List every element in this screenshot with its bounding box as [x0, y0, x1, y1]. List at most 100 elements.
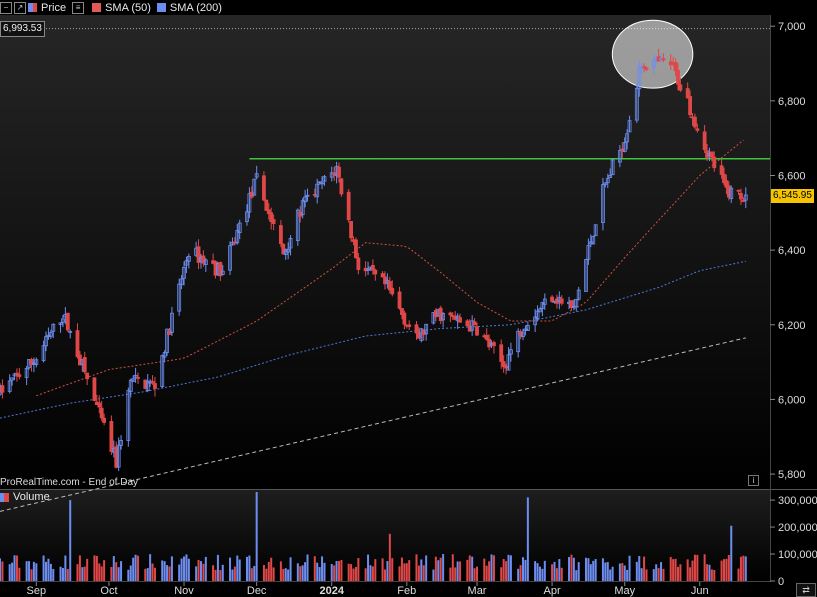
scroll-arrows-icon[interactable]: ⇄: [796, 583, 816, 597]
volume-bar: [388, 533, 391, 581]
candle-body: [693, 116, 697, 128]
volume-bar: [204, 556, 207, 581]
volume-bar: [163, 561, 166, 581]
x-tick-label: 2024: [319, 585, 344, 597]
volume-bar: [517, 568, 520, 581]
price-swatch-icon: [28, 3, 37, 12]
volume-bar: [623, 565, 626, 581]
volume-bar: [49, 563, 52, 581]
volume-bar: [742, 555, 745, 581]
chart-type-icon[interactable]: ↗: [14, 1, 26, 14]
volume-bar: [221, 564, 224, 581]
x-tick-label: Dec: [247, 585, 267, 597]
volume-bar: [408, 560, 411, 581]
candle-body: [278, 225, 283, 245]
volume-bar: [645, 569, 648, 581]
volume-legend[interactable]: Volume: [0, 491, 50, 503]
volume-bar: [609, 569, 612, 581]
legend-sma200-label: SMA (200): [169, 1, 222, 14]
candle-body: [82, 357, 87, 373]
candle-body: [102, 417, 107, 423]
volume-bar: [83, 566, 86, 581]
volume-bar: [238, 559, 241, 581]
candle-body: [150, 381, 155, 383]
volume-bar: [640, 568, 643, 581]
volume-bar: [500, 567, 503, 581]
volume-bar: [199, 561, 202, 581]
legend-list[interactable]: ≡: [72, 1, 86, 14]
volume-bar: [212, 565, 215, 581]
collapse-icon[interactable]: −: [0, 1, 12, 14]
volume-bar: [115, 562, 118, 581]
volume-bar: [11, 562, 14, 581]
volume-bar: [231, 569, 234, 581]
x-tick-label: Oct: [100, 585, 117, 597]
volume-bar: [367, 554, 370, 581]
volume-bar: [492, 555, 495, 581]
volume-bar: [265, 568, 268, 581]
volume-bar: [541, 568, 544, 581]
volume-bar: [689, 567, 692, 581]
volume-bar: [229, 557, 232, 581]
candle-body: [465, 320, 470, 327]
candle-body: [262, 175, 266, 201]
volume-tick-label: 100,000: [778, 549, 817, 561]
volume-bar: [722, 559, 725, 581]
volume-bar: [250, 568, 253, 581]
volume-bar: [417, 565, 420, 581]
volume-bar: [233, 566, 236, 581]
volume-bar: [1, 561, 4, 581]
volume-bar: [488, 561, 491, 581]
candle-body: [354, 239, 358, 259]
candle-body: [712, 156, 717, 169]
candle-body: [92, 377, 97, 401]
volume-bar: [313, 556, 316, 581]
volume-bar: [289, 557, 292, 581]
volume-bar: [686, 559, 689, 581]
candle-body: [484, 334, 489, 340]
volume-bar: [524, 559, 527, 581]
x-tick-label: Feb: [397, 585, 416, 597]
volume-bar: [621, 563, 624, 581]
candle-body: [356, 257, 361, 270]
volume-bar: [485, 565, 488, 581]
price-chart: 7,000 6,800 6,600 6,400 6,200 6,000 5,800 Sep Oc…: [0, 15, 817, 597]
volume-bar: [350, 564, 353, 581]
volume-tick-label: 0: [778, 576, 784, 588]
volume-swatch-icon: [0, 492, 9, 502]
volume-bar: [713, 569, 716, 581]
candle-body: [339, 178, 344, 195]
legend-price[interactable]: Price: [28, 2, 66, 14]
volume-bar: [672, 559, 675, 581]
volume-bar: [570, 554, 573, 581]
volume-bar: [589, 564, 592, 581]
volume-bar: [643, 556, 646, 581]
volume-bar: [272, 567, 275, 581]
volume-bar: [287, 569, 290, 581]
volume-bar: [354, 566, 357, 581]
candle-body: [17, 374, 22, 377]
volume-bar: [120, 561, 123, 581]
legend-sma50[interactable]: SMA (50): [92, 2, 151, 14]
volume-bar: [8, 564, 11, 581]
volume-bar: [706, 564, 709, 581]
volume-bar: [374, 559, 377, 581]
volume-bar: [45, 561, 48, 581]
candle-body: [709, 151, 714, 158]
volume-bar: [301, 565, 304, 581]
volume-bar: [606, 562, 609, 581]
volume-bar: [415, 554, 418, 581]
volume-tick-label: 300,000: [778, 495, 817, 507]
volume-bar: [153, 567, 156, 581]
candle-body: [349, 221, 354, 239]
candle-body: [414, 324, 419, 334]
volume-bar: [708, 564, 711, 581]
volume-bar: [279, 561, 282, 581]
volume-bar: [52, 568, 55, 581]
volume-bar: [369, 565, 372, 581]
legend-sma200[interactable]: SMA (200): [156, 1, 222, 14]
volume-bar: [522, 557, 525, 581]
info-icon[interactable]: i: [748, 475, 759, 486]
y-tick-label: 6,800: [778, 96, 806, 108]
volume-bar: [538, 566, 541, 581]
